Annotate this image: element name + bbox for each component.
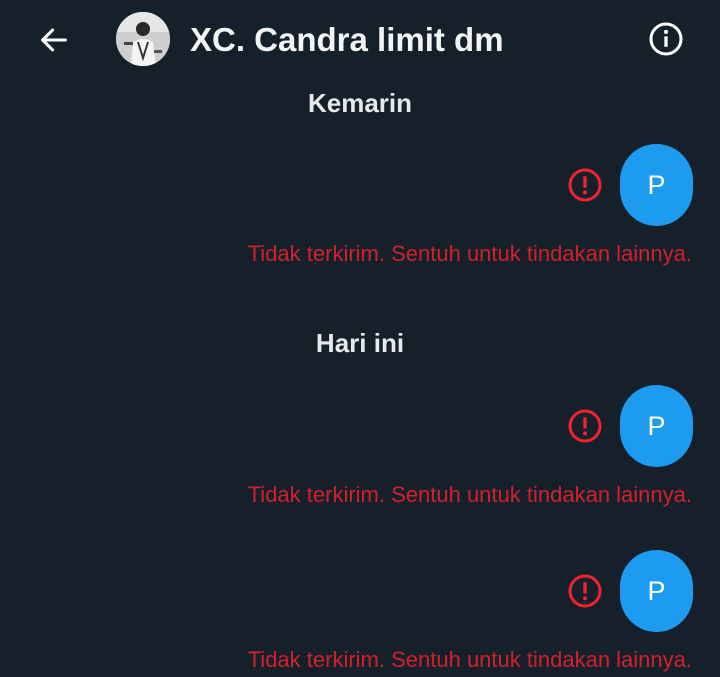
alert-circle-icon — [568, 409, 602, 443]
info-circle-icon — [649, 22, 683, 56]
back-button[interactable] — [34, 20, 74, 60]
conversation-header: XC. Candra limit dm — [0, 0, 720, 80]
arrow-left-icon — [41, 28, 67, 52]
message-failed-status[interactable]: Tidak terkirim. Sentuh untuk tindakan la… — [248, 240, 692, 268]
conversation-title[interactable]: XC. Candra limit dm — [190, 18, 504, 62]
avatar-image — [116, 12, 170, 66]
message-bubble[interactable]: P — [620, 385, 693, 467]
dm-conversation-screen: XC. Candra limit dm Kemarin P Tidak terk… — [0, 0, 720, 677]
date-separator: Kemarin — [307, 88, 413, 118]
alert-circle-icon — [568, 168, 602, 202]
message-failed-status[interactable]: Tidak terkirim. Sentuh untuk tindakan la… — [248, 481, 692, 509]
message-failed-status[interactable]: Tidak terkirim. Sentuh untuk tindakan la… — [248, 646, 692, 674]
message-bubble[interactable]: P — [620, 550, 693, 632]
message-bubble[interactable]: P — [620, 144, 693, 226]
info-button[interactable] — [644, 17, 688, 61]
avatar[interactable] — [116, 12, 170, 66]
date-separator: Hari ini — [315, 328, 405, 358]
message-error-button[interactable] — [566, 407, 604, 445]
message-error-button[interactable] — [566, 572, 604, 610]
message-error-button[interactable] — [566, 166, 604, 204]
alert-circle-icon — [568, 574, 602, 608]
